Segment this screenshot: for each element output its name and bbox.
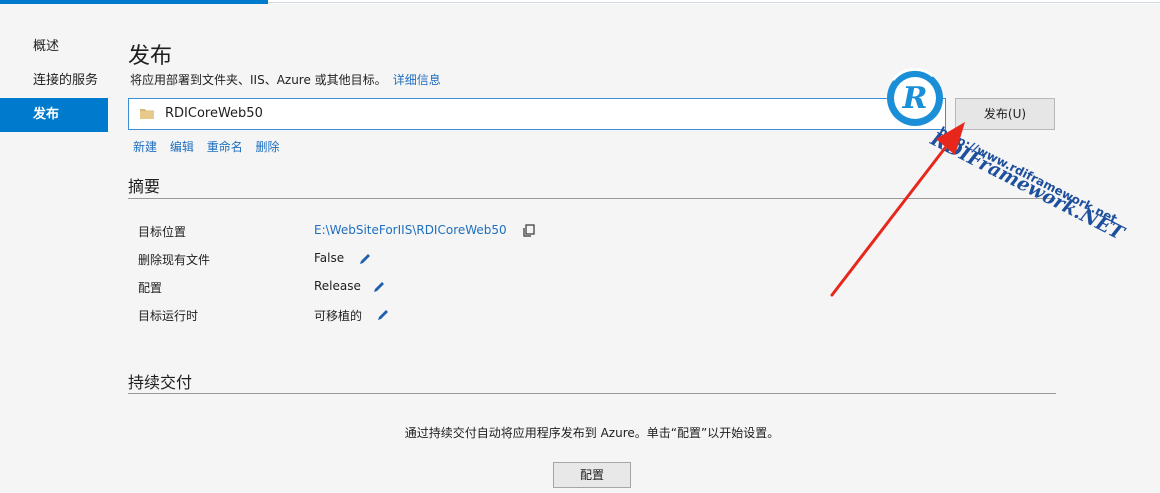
subtitle-text: 将应用部署到文件夹、IIS、Azure 或其他目标。 bbox=[130, 73, 387, 87]
publish-button[interactable]: 发布(U) bbox=[955, 98, 1055, 130]
edit-icon[interactable] bbox=[376, 308, 390, 322]
row-label: 目标位置 bbox=[138, 225, 187, 239]
edit-icon[interactable] bbox=[358, 252, 372, 266]
profile-actions: 新建 编辑 重命名 删除 bbox=[133, 138, 289, 155]
edit-icon[interactable] bbox=[372, 280, 386, 294]
continuous-delivery-note: 通过持续交付自动将应用程序发布到 Azure。单击“配置”以开始设置。 bbox=[404, 426, 780, 440]
configure-button[interactable]: 配置 bbox=[553, 462, 631, 488]
row-value: Release bbox=[314, 279, 361, 293]
summary-title: 摘要 bbox=[128, 177, 161, 196]
summary-row-target-runtime: 目标运行时 可移植的 bbox=[138, 307, 1038, 327]
annotation-arrow bbox=[830, 122, 965, 297]
copy-icon[interactable] bbox=[522, 224, 536, 238]
watermark-url-text: http://www.rdiframework.net bbox=[936, 124, 1120, 227]
watermark: R RDIFramework.NET http://www.rdiframewo… bbox=[885, 68, 1127, 245]
new-profile-link[interactable]: 新建 bbox=[133, 140, 157, 154]
row-value: False bbox=[314, 251, 345, 265]
folder-icon bbox=[140, 109, 154, 119]
sidebar-item-overview[interactable]: 概述 bbox=[0, 30, 108, 64]
row-value: 可移植的 bbox=[314, 309, 363, 323]
sidebar-item-publish[interactable]: 发布 bbox=[0, 98, 108, 132]
page-subtitle: 将应用部署到文件夹、IIS、Azure 或其他目标。 详细信息 bbox=[130, 71, 441, 88]
tab-strip-line bbox=[268, 2, 1160, 3]
row-label: 配置 bbox=[138, 281, 163, 295]
delete-profile-link[interactable]: 删除 bbox=[256, 140, 280, 154]
edit-profile-link[interactable]: 编辑 bbox=[170, 140, 194, 154]
summary-divider bbox=[128, 198, 1056, 199]
publish-profile-select[interactable]: RDICoreWeb50 bbox=[128, 98, 946, 130]
page-title: 发布 bbox=[128, 44, 173, 69]
row-label: 目标运行时 bbox=[138, 309, 199, 323]
rename-profile-link[interactable]: 重命名 bbox=[207, 140, 243, 154]
active-tab-indicator bbox=[0, 0, 268, 4]
sidebar: 概述 连接的服务 发布 bbox=[0, 30, 108, 132]
row-label: 删除现有文件 bbox=[138, 253, 211, 267]
target-location-link[interactable]: E:\WebSiteForIIS\RDICoreWeb50 bbox=[314, 223, 507, 237]
details-link[interactable]: 详细信息 bbox=[393, 73, 441, 87]
summary-row-configuration: 配置 Release bbox=[138, 279, 1038, 299]
summary-row-delete-existing: 删除现有文件 False bbox=[138, 251, 1038, 271]
top-tab-strip bbox=[0, 0, 1160, 4]
continuous-delivery-title: 持续交付 bbox=[128, 373, 193, 392]
chevron-down-icon bbox=[925, 110, 935, 117]
profile-name: RDICoreWeb50 bbox=[165, 106, 263, 121]
continuous-delivery-divider bbox=[128, 393, 1056, 394]
sidebar-item-connected-services[interactable]: 连接的服务 bbox=[0, 64, 108, 98]
summary-row-target-location: 目标位置 E:\WebSiteForIIS\RDICoreWeb50 bbox=[138, 223, 1038, 243]
